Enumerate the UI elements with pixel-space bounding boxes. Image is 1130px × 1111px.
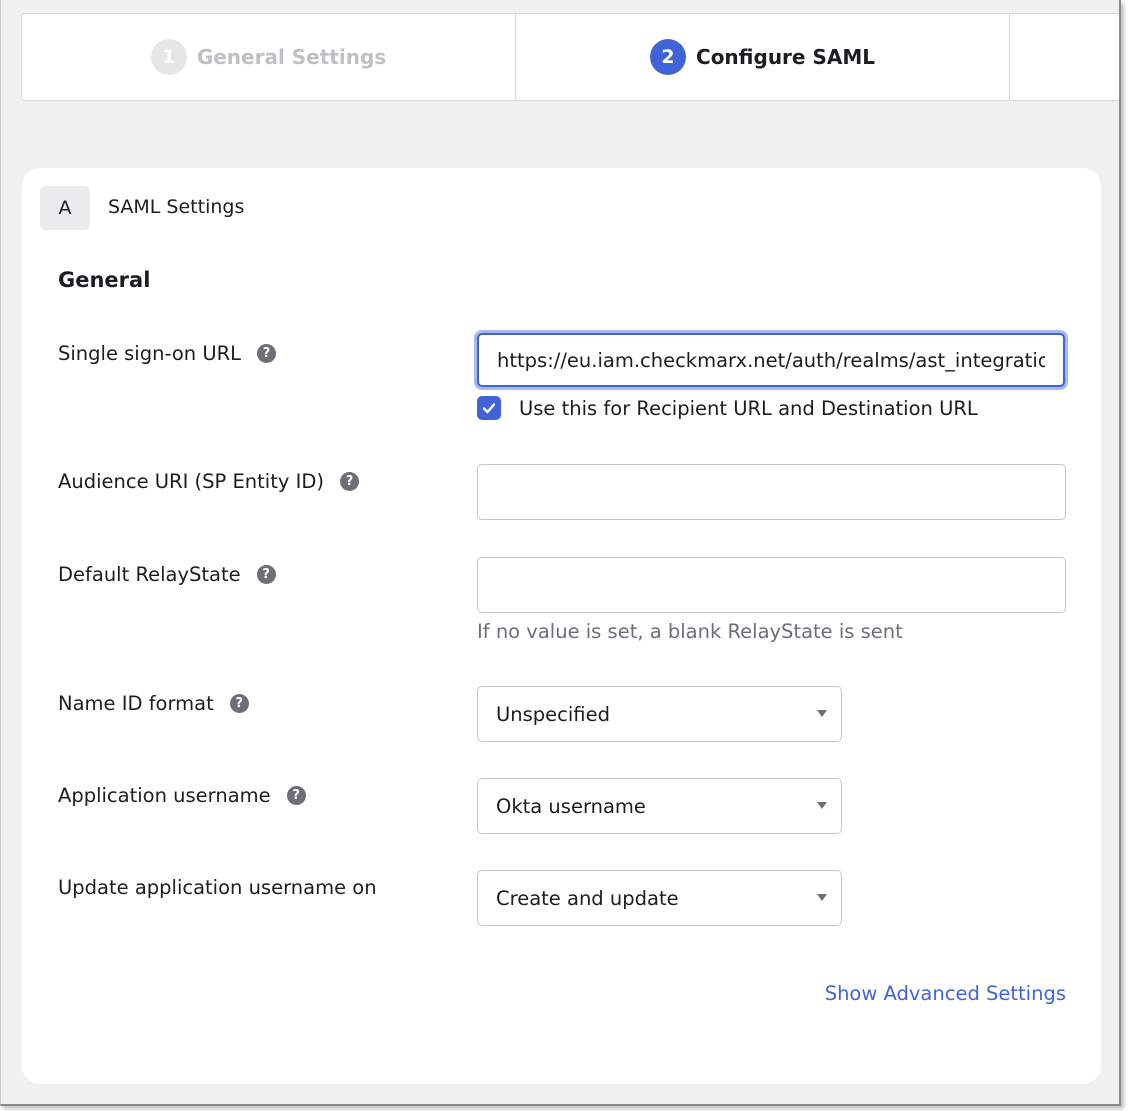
app-username-label: Application username ? [58,784,306,807]
saml-settings-card: A SAML Settings General Single sign-on U… [22,168,1101,1084]
help-icon[interactable]: ? [229,694,249,713]
audience-uri-input[interactable] [477,464,1066,520]
recipient-url-checkbox-row[interactable]: Use this for Recipient URL and Destinati… [477,396,978,420]
step-configure-saml[interactable]: 2 Configure SAML [516,14,1010,100]
app-username-select[interactable]: Okta username [477,778,842,834]
group-title-general: General [58,268,151,292]
step-number-2: 2 [650,39,687,75]
name-id-format-label: Name ID format ? [58,692,249,715]
step-label-configure-saml: Configure SAML [696,45,875,69]
update-username-on-label-text: Update application username on [58,876,377,899]
name-id-format-value: Unspecified [496,702,610,726]
relay-state-label-text: Default RelayState [58,563,241,586]
sso-url-label: Single sign-on URL ? [58,342,277,365]
chevron-down-icon [817,894,827,901]
chevron-down-icon [817,710,827,717]
app-username-value: Okta username [496,794,646,818]
audience-uri-label: Audience URI (SP Entity ID) ? [58,470,359,493]
recipient-url-checkbox-label: Use this for Recipient URL and Destinati… [519,396,978,420]
relay-state-label: Default RelayState ? [58,563,276,586]
relay-state-input[interactable] [477,557,1066,613]
help-icon[interactable]: ? [257,344,277,363]
section-badge: A [40,186,90,230]
sso-url-label-text: Single sign-on URL [58,342,242,365]
app-window: 1 General Settings 2 Configure SAML A SA… [0,0,1121,1106]
chevron-down-icon [817,802,827,809]
section-title: SAML Settings [108,196,245,218]
name-id-format-select[interactable]: Unspecified [477,686,842,742]
help-icon[interactable]: ? [256,565,276,584]
sso-url-input[interactable] [477,333,1065,387]
wizard-stepper: 1 General Settings 2 Configure SAML [21,13,1119,101]
show-advanced-settings-link[interactable]: Show Advanced Settings [825,982,1066,1005]
step-label-general-settings: General Settings [196,45,387,69]
update-username-on-value: Create and update [496,886,679,910]
relay-state-hint: If no value is set, a blank RelayState i… [477,620,903,643]
step-number-1: 1 [150,39,187,75]
checkmark-icon [482,403,496,414]
update-username-on-select[interactable]: Create and update [477,870,842,926]
step-next [1010,14,1119,100]
step-general-settings[interactable]: 1 General Settings [22,14,516,100]
name-id-format-label-text: Name ID format [58,692,214,715]
app-username-label-text: Application username [58,784,271,807]
help-icon[interactable]: ? [286,786,306,805]
help-icon[interactable]: ? [339,472,359,491]
audience-uri-label-text: Audience URI (SP Entity ID) [58,470,324,493]
recipient-url-checkbox[interactable] [477,396,501,420]
update-username-on-label: Update application username on [58,876,377,899]
